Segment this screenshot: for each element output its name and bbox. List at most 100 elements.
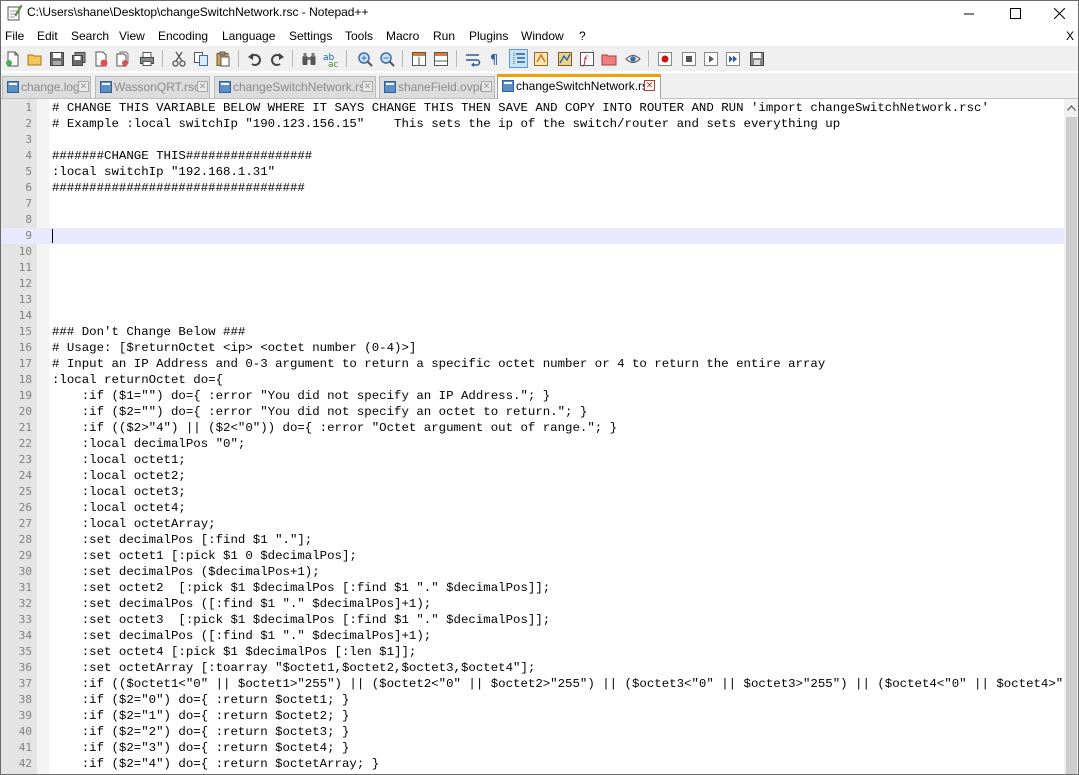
editor-line[interactable]: 35 :set octet4 [:pick $1 $decimalPos [:l… [1, 644, 1064, 660]
vertical-scrollbar[interactable] [1064, 99, 1078, 774]
editor-line[interactable]: 17 # Input an IP Address and 0-3 argument… [1, 356, 1064, 372]
editor-line[interactable]: 4 #######CHANGE THIS################# [1, 148, 1064, 164]
monitoring-button[interactable] [623, 49, 642, 68]
line-text[interactable]: # Example :local switchIp "190.123.156.1… [52, 116, 840, 132]
menu-window[interactable]: Window [521, 29, 564, 43]
new-file-button[interactable] [3, 49, 22, 68]
line-text[interactable]: :set octet3 [:pick $1 $decimalPos [:find… [52, 612, 550, 628]
line-text[interactable]: :local octetArray; [52, 516, 216, 532]
close-all-button[interactable] [113, 49, 132, 68]
close-window-button[interactable] [1036, 1, 1078, 25]
editor-line[interactable]: 8 [1, 212, 1064, 228]
line-text[interactable]: :if ($2="4") do={ :return $octetArray; } [52, 756, 379, 772]
line-text[interactable]: # Input an IP Address and 0-3 argument t… [52, 356, 825, 372]
line-text[interactable]: ### Don't Change Below ### [52, 324, 245, 340]
editor-line[interactable]: 6 ################################## [1, 180, 1064, 196]
menu-settings[interactable]: Settings [289, 29, 332, 43]
close-file-button[interactable] [91, 49, 110, 68]
editor-line[interactable]: 27 :local octetArray; [1, 516, 1064, 532]
folder-as-workspace-button[interactable] [599, 49, 618, 68]
editor-line[interactable]: 15 ### Don't Change Below ### [1, 324, 1064, 340]
menu-file[interactable]: File [5, 29, 24, 43]
menu-view[interactable]: View [119, 29, 145, 43]
editor-line[interactable]: 11 [1, 260, 1064, 276]
tab-shanefield-ovpn[interactable]: shaneField.ovpn ✕ [379, 76, 495, 98]
tab-close-button[interactable]: ✕ [78, 81, 89, 92]
line-text[interactable]: :local decimalPos "0"; [52, 436, 246, 452]
line-text[interactable]: :set decimalPos [:find $1 "."]; [52, 532, 313, 548]
menu-macro[interactable]: Macro [386, 29, 419, 43]
menu-run[interactable]: Run [433, 29, 455, 43]
editor-line[interactable]: 1 # CHANGE THIS VARIABLE BELOW WHERE IT S… [1, 100, 1064, 116]
zoom-in-button[interactable] [355, 49, 374, 68]
scroll-up-button[interactable] [1064, 99, 1078, 116]
line-text[interactable]: :local octet2; [52, 468, 186, 484]
editor-line[interactable]: 22 :local decimalPos "0"; [1, 436, 1064, 452]
document-map-button[interactable] [555, 49, 574, 68]
line-text[interactable]: :if ($2="3") do={ :return $octet4; } [52, 740, 350, 756]
line-text[interactable]: :set octetArray [:toarray "$octet1,$octe… [52, 660, 536, 676]
run-macro-multiple-button[interactable] [723, 49, 742, 68]
editor-line[interactable]: 7 [1, 196, 1064, 212]
show-all-characters-button[interactable]: ¶ [485, 49, 504, 68]
menu-tools[interactable]: Tools [345, 29, 373, 43]
tab-change-log[interactable]: change.log ✕ [2, 76, 91, 98]
close-document-button[interactable]: X [1066, 29, 1074, 43]
line-text[interactable]: :set octet4 [:pick $1 $decimalPos [:len … [52, 644, 417, 660]
sync-horizontal-scroll-button[interactable] [431, 49, 450, 68]
editor-line[interactable]: 12 [1, 276, 1064, 292]
playback-macro-button[interactable] [701, 49, 720, 68]
tab-changeswitchnetwork-1[interactable]: changeSwitchNetwork.rsc ✕ [214, 76, 376, 98]
editor-line[interactable]: 41 :if ($2="3") do={ :return $octet4; } [1, 740, 1064, 756]
title-bar[interactable]: C:\Users\shane\Desktop\changeSwitchNetwo… [1, 1, 1078, 25]
print-button[interactable] [137, 49, 156, 68]
editor-line[interactable]: 10 [1, 244, 1064, 260]
editor-line[interactable]: 9 [1, 228, 1064, 244]
line-text[interactable]: #######CHANGE THIS################# [52, 148, 312, 164]
line-text[interactable]: :local octet1; [52, 452, 186, 468]
line-text[interactable]: :local octet4; [52, 500, 186, 516]
menu-encoding[interactable]: Encoding [158, 29, 208, 43]
line-text[interactable]: :local switchIp "192.168.1.31" [52, 164, 275, 180]
copy-button[interactable] [191, 49, 210, 68]
line-text[interactable]: ################################## [52, 180, 305, 196]
editor-line[interactable]: 38 :if ($2="0") do={ :return $octet1; } [1, 692, 1064, 708]
find-button[interactable] [299, 49, 318, 68]
indent-guide-button[interactable] [509, 49, 528, 68]
editor-line[interactable]: 13 [1, 292, 1064, 308]
save-button[interactable] [47, 49, 66, 68]
line-text[interactable]: :set octet1 [:pick $1 0 $decimalPos]; [52, 548, 357, 564]
editor-line[interactable]: 21 :if (($2>"4") || ($2<"0")) do={ :erro… [1, 420, 1064, 436]
editor-line[interactable]: 36 :set octetArray [:toarray "$octet1,$o… [1, 660, 1064, 676]
editor-lines[interactable]: 1 # CHANGE THIS VARIABLE BELOW WHERE IT S… [1, 100, 1064, 772]
line-text[interactable]: :if ($2="1") do={ :return $octet2; } [52, 708, 350, 724]
line-text[interactable]: # CHANGE THIS VARIABLE BELOW WHERE IT SA… [52, 100, 989, 116]
editor-line[interactable]: 14 [1, 308, 1064, 324]
menu-search[interactable]: Search [71, 29, 109, 43]
editor-line[interactable]: 3 [1, 132, 1064, 148]
editor-line[interactable]: 39 :if ($2="1") do={ :return $octet2; } [1, 708, 1064, 724]
editor-line[interactable]: 16 # Usage: [$returnOctet <ip> <octet num… [1, 340, 1064, 356]
editor-line[interactable]: 20 :if ($2="") do={ :error "You did not … [1, 404, 1064, 420]
editor-line[interactable]: 26 :local octet4; [1, 500, 1064, 516]
editor-line[interactable]: 42 :if ($2="4") do={ :return $octetArray… [1, 756, 1064, 772]
tab-close-button[interactable]: ✕ [644, 80, 655, 91]
editor-line[interactable]: 23 :local octet1; [1, 452, 1064, 468]
editor-line[interactable]: 18:local returnOctet do={ [1, 372, 1064, 388]
editor-line[interactable]: 37 :if (($octet1<"0" || $octet1>"255") |… [1, 676, 1064, 692]
cut-button[interactable] [169, 49, 188, 68]
open-file-button[interactable] [25, 49, 44, 68]
zoom-out-button[interactable] [377, 49, 396, 68]
menu-plugins[interactable]: Plugins [469, 29, 508, 43]
line-text[interactable]: :if ($2="") do={ :error "You did not spe… [52, 404, 588, 420]
editor-line[interactable]: 2 # Example :local switchIp "190.123.156.… [1, 116, 1064, 132]
redo-button[interactable] [267, 49, 286, 68]
editor-line[interactable]: 28 :set decimalPos [:find $1 "."]; [1, 532, 1064, 548]
word-wrap-button[interactable] [463, 49, 482, 68]
line-text[interactable]: :if (($octet1<"0" || $octet1>"255") || (… [52, 676, 1064, 692]
editor-line[interactable]: 31 :set octet2 [:pick $1 $decimalPos [:f… [1, 580, 1064, 596]
save-all-button[interactable] [69, 49, 88, 68]
line-text[interactable]: :set decimalPos ([:find $1 "." $decimalP… [52, 628, 431, 644]
tab-close-button[interactable]: ✕ [362, 81, 373, 92]
tab-changeswitchnetwork-active[interactable]: changeSwitchNetwork.rsc ✕ [497, 74, 661, 99]
